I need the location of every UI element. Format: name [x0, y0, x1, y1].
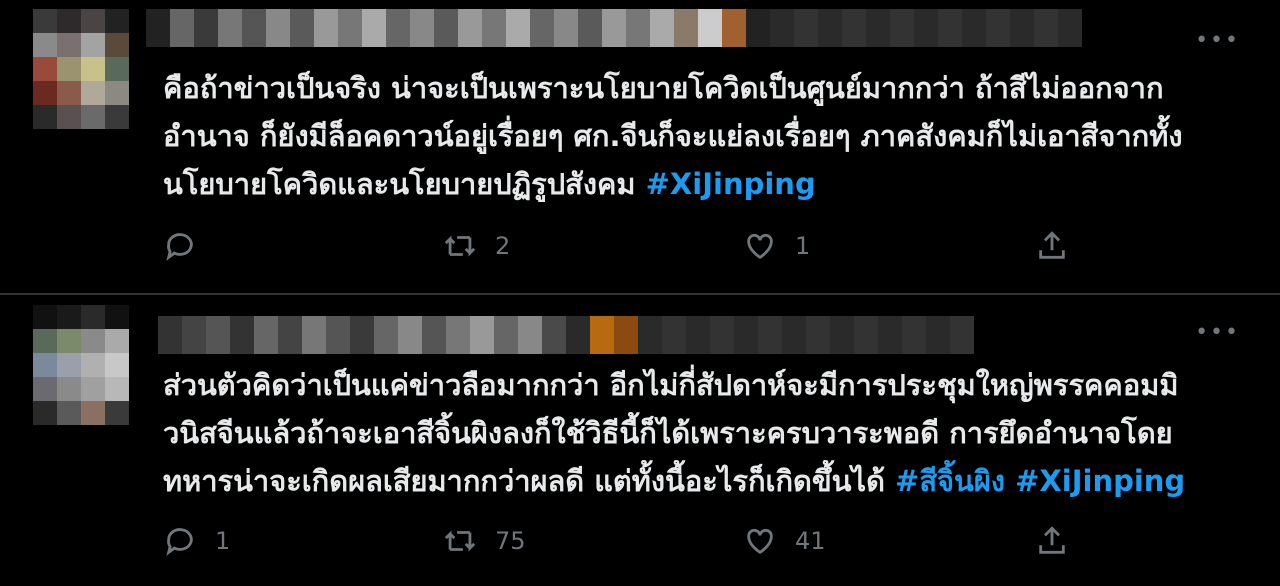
tweet-1[interactable]: ••• คือถ้าข่าวเป็นจริง น่าจะเป็นเพราะนโย… [0, 0, 1280, 293]
like-button[interactable]: 1 [743, 226, 810, 266]
hashtag-link[interactable]: #XiJinping [646, 167, 816, 201]
retweet-icon [444, 235, 476, 257]
tweet-actions: 2 1 [163, 226, 1083, 266]
retweet-icon [444, 530, 476, 552]
hashtag-link[interactable]: #สีจิ้นผิง [895, 464, 1005, 498]
retweet-button[interactable]: 2 [443, 226, 510, 266]
like-count: 1 [795, 232, 811, 260]
share-icon [1039, 526, 1065, 554]
more-icon[interactable]: ••• [1195, 28, 1240, 53]
heart-icon [747, 233, 773, 260]
tweet-2[interactable]: ••• ส่วนตัวคิดว่าเป็นแค่ข่าวลือมากกว่า อ… [0, 295, 1280, 586]
like-button[interactable]: 41 [743, 521, 826, 561]
reply-icon [166, 528, 193, 556]
retweet-count: 2 [495, 232, 511, 260]
hashtag-link[interactable]: #XiJinping [1015, 464, 1185, 498]
author-name-blurred [146, 9, 1082, 47]
avatar[interactable] [33, 9, 129, 129]
retweet-count: 75 [495, 527, 526, 555]
share-icon [1039, 231, 1065, 259]
heart-icon [747, 528, 773, 555]
reply-button[interactable]: 1 [163, 521, 230, 561]
more-icon[interactable]: ••• [1195, 320, 1240, 345]
reply-count: 1 [215, 527, 231, 555]
tweet-text: คือถ้าข่าวเป็นจริง น่าจะเป็นเพราะนโยบายโ… [163, 64, 1223, 208]
tweet-actions: 1 75 41 [163, 521, 1083, 561]
author-name-blurred [158, 316, 974, 354]
share-button[interactable] [1035, 226, 1069, 266]
reply-button[interactable] [163, 226, 215, 266]
tweet-text: ส่วนตัวคิดว่าเป็นแค่ข่าวลือมากกว่า อีกไม… [163, 361, 1223, 505]
share-button[interactable] [1035, 521, 1069, 561]
like-count: 41 [795, 527, 826, 555]
avatar[interactable] [33, 305, 129, 425]
reply-icon [166, 233, 193, 261]
retweet-button[interactable]: 75 [443, 521, 526, 561]
